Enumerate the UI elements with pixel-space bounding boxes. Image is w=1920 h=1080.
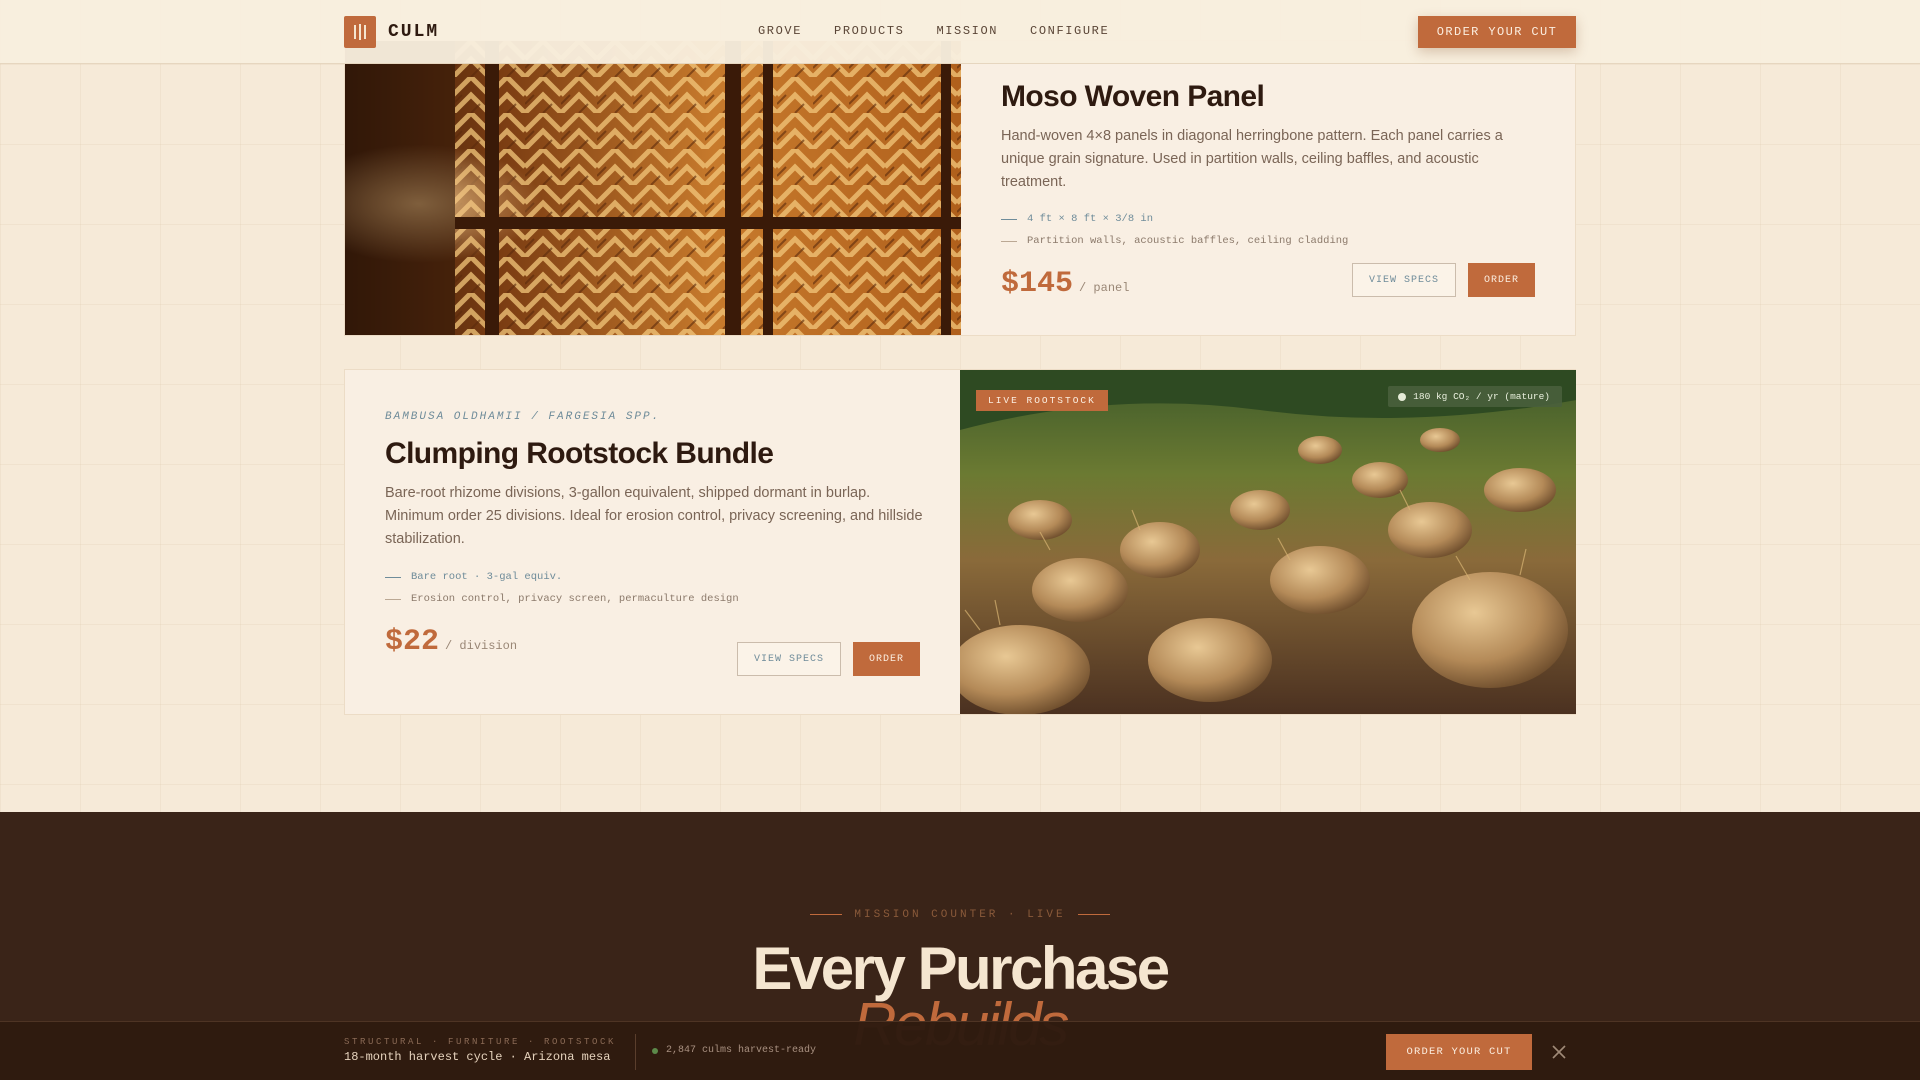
price-unit: / panel [1079, 281, 1130, 295]
nav-link-configure[interactable]: CONFIGURE [1030, 24, 1109, 38]
order-your-cut-button[interactable]: ORDER YOUR CUT [1418, 16, 1576, 48]
product-price: $22 [385, 625, 440, 659]
nav-link-products[interactable]: PRODUCTS [834, 24, 904, 38]
product-card-moso-woven-panel: Moso Woven Panel Hand-woven 4×8 panels i… [344, 40, 1576, 336]
product-info: BAMBUSA OLDHAMII / FARGESIA SPP. Clumpin… [385, 411, 925, 659]
bamboo-logo-icon [344, 16, 376, 48]
botanical-name: BAMBUSA OLDHAMII / FARGESIA SPP. [385, 411, 661, 423]
order-your-cut-button[interactable]: ORDER YOUR CUT [1386, 1034, 1532, 1070]
live-rootstock-badge: LIVE ROOTSTOCK [976, 390, 1108, 411]
product-card-rootstock-bundle: BAMBUSA OLDHAMII / FARGESIA SPP. Clumpin… [344, 369, 1576, 715]
product-info: Moso Woven Panel Hand-woven 4×8 panels i… [1001, 80, 1541, 301]
woven-panel-image [345, 41, 961, 335]
order-button[interactable]: ORDER [1468, 263, 1535, 297]
product-price: $145 [1001, 267, 1074, 301]
price-row: $22 / division [385, 625, 925, 659]
view-specs-button[interactable]: VIEW SPECS [737, 642, 841, 676]
spec-applications: Erosion control, privacy screen, permacu… [385, 593, 925, 605]
close-icon[interactable] [1550, 1043, 1568, 1061]
mission-eyebrow: MISSION COUNTER · LIVE [0, 909, 1920, 921]
site-header: CULM GROVE PRODUCTS MISSION CONFIGURE OR… [0, 0, 1920, 64]
harvest-status: 2,847 culms harvest-ready [652, 1045, 816, 1056]
price-row: $145 / panel [1001, 267, 1541, 301]
co2-badge: 180 kg CO₂ / yr (mature) [1388, 386, 1562, 407]
spec-format: Bare root · 3-gal equiv. [385, 571, 925, 583]
product-title: Moso Woven Panel [1001, 80, 1265, 113]
co2-dot-icon [1398, 392, 1407, 401]
brand-logo[interactable]: CULM [344, 16, 439, 48]
main-nav: GROVE PRODUCTS MISSION CONFIGURE [758, 24, 1109, 38]
brand-name: CULM [388, 22, 440, 42]
spec-applications: Partition walls, acoustic baffles, ceili… [1001, 235, 1541, 247]
price-unit: / division [445, 639, 518, 653]
spec-dimensions: 4 ft × 8 ft × 3/8 in [1001, 213, 1541, 225]
nav-link-mission[interactable]: MISSION [936, 24, 998, 38]
sticky-order-bar: STRUCTURAL · FURNITURE · ROOTSTOCK 18-mo… [0, 1021, 1920, 1080]
product-categories: STRUCTURAL · FURNITURE · ROOTSTOCK [344, 1037, 617, 1047]
view-specs-button[interactable]: VIEW SPECS [1352, 263, 1456, 297]
harvest-cycle: 18-month harvest cycle · Arizona mesa [344, 1050, 611, 1064]
order-button[interactable]: ORDER [853, 642, 920, 676]
divider [635, 1034, 636, 1070]
product-description: Bare-root rhizome divisions, 3-gallon eq… [385, 485, 923, 547]
product-description: Hand-woven 4×8 panels in diagonal herrin… [1001, 128, 1503, 190]
product-title: Clumping Rootstock Bundle [385, 437, 774, 470]
nav-link-grove[interactable]: GROVE [758, 24, 802, 38]
status-dot-icon [652, 1047, 658, 1054]
rootstock-image: LIVE ROOTSTOCK 180 kg CO₂ / yr (mature) [960, 370, 1576, 714]
